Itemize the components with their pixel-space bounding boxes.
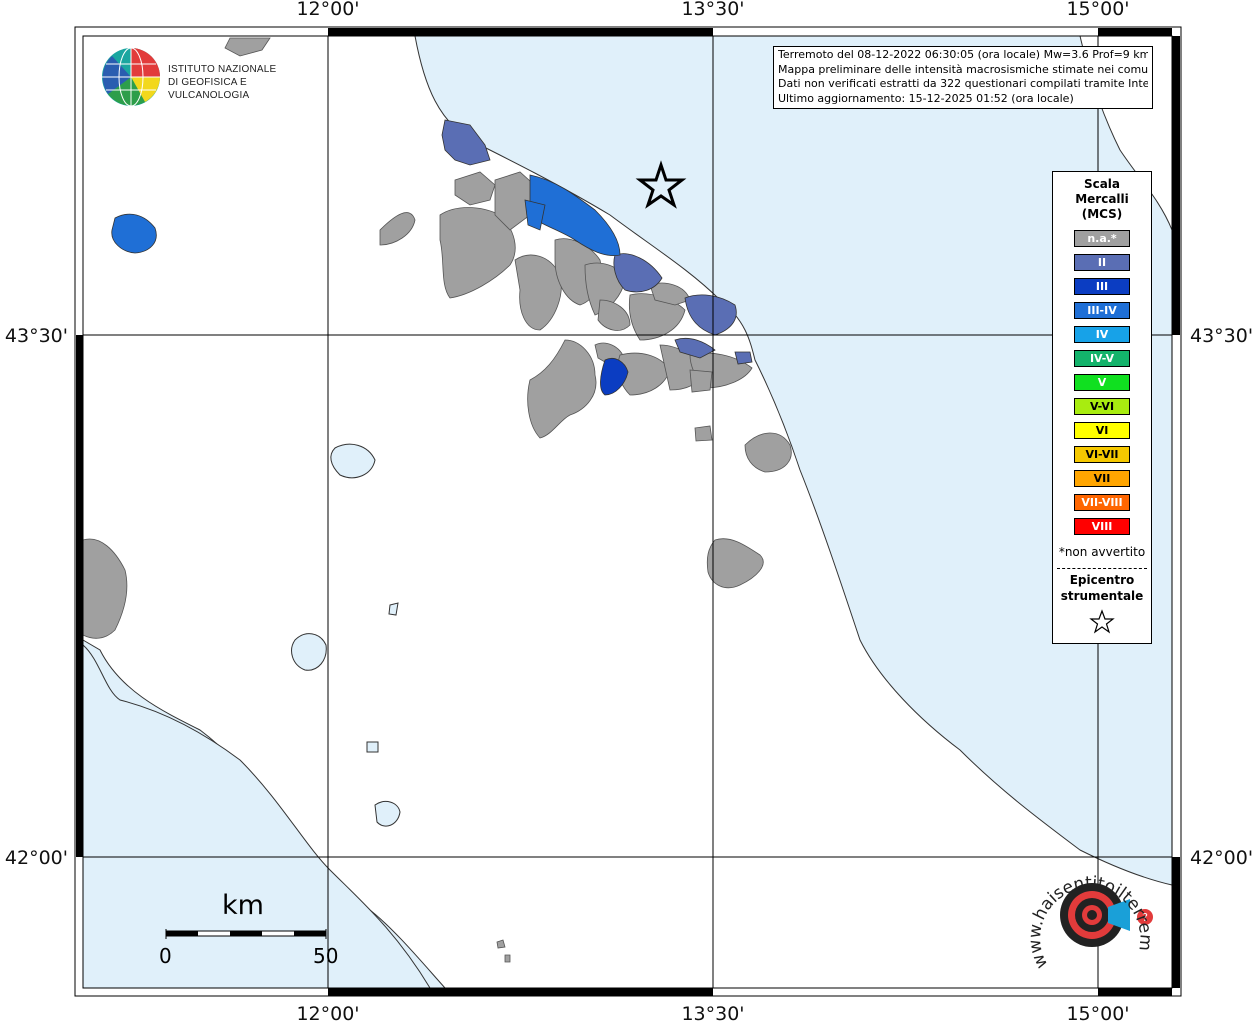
star-icon bbox=[1089, 609, 1115, 634]
legend-divider bbox=[1057, 568, 1147, 569]
legend-item-2: III bbox=[1074, 278, 1130, 295]
legend-note: *non avvertito bbox=[1058, 545, 1146, 559]
legend-epicenter-line2: strumentale bbox=[1060, 589, 1144, 603]
legend-item-3: III-IV bbox=[1074, 302, 1130, 319]
ingv-name-line1: ISTITUTO NAZIONALE bbox=[168, 64, 277, 75]
lat-label-left-2: 42°00' bbox=[5, 847, 68, 869]
legend-item-10: VII bbox=[1074, 470, 1130, 487]
legend-item-11: VII-VIII bbox=[1074, 494, 1130, 511]
legend-item-9: VI-VII bbox=[1074, 446, 1130, 463]
lat-label-left-1: 43°30' bbox=[5, 325, 68, 347]
lon-label-bottom-2: 13°30' bbox=[681, 1003, 744, 1024]
map-description: Mappa preliminare delle intensità macros… bbox=[778, 62, 1148, 76]
last-update: Ultimo aggiornamento: 15-12-2025 01:52 (… bbox=[778, 91, 1074, 105]
legend-item-4: IV bbox=[1074, 326, 1130, 343]
lake-small-2 bbox=[366, 741, 379, 753]
scale-unit: km bbox=[222, 890, 264, 921]
globe-icon bbox=[102, 47, 160, 107]
event-description: Terremoto del 08-12-2022 06:30:05 (ora l… bbox=[778, 48, 1148, 61]
legend-item-5: IV-V bbox=[1074, 350, 1130, 367]
lon-label-bottom-1: 12°00' bbox=[296, 1003, 359, 1024]
lat-label-right-1: 43°30' bbox=[1190, 325, 1253, 347]
intensity-legend: Scala Mercalli (MCS) n.a.* II III III-IV IV I… bbox=[1052, 171, 1152, 644]
legend-epicenter-line1: Epicentro bbox=[1069, 573, 1135, 587]
legend-item-7: V-VI bbox=[1074, 398, 1130, 415]
lon-label-top-2: 13°30' bbox=[681, 0, 744, 20]
legend-title-line2: Mercalli bbox=[1075, 192, 1129, 206]
ingv-name-line2: DI GEOFISICA E VULCANOLOGIA bbox=[168, 77, 250, 101]
lat-label-right-2: 42°00' bbox=[1190, 847, 1253, 869]
scale-end: 50 bbox=[313, 944, 339, 968]
lon-label-bottom-3: 15°00' bbox=[1066, 1003, 1129, 1024]
scale-start: 0 bbox=[159, 944, 172, 968]
data-source-note: Dati non verificati estratti da 322 ques… bbox=[778, 77, 1148, 90]
legend-item-1: II bbox=[1074, 254, 1130, 271]
lake-small-3 bbox=[388, 602, 399, 616]
legend-item-12: VIII bbox=[1074, 518, 1130, 535]
legend-item-8: VI bbox=[1074, 422, 1130, 439]
haisentito-logo: ? www.haisentitoilterremoto.it bbox=[1025, 840, 1160, 975]
scale-bar: km 0 50 bbox=[150, 888, 350, 978]
legend-item-6: V bbox=[1074, 374, 1130, 391]
legend-item-0: n.a.* bbox=[1074, 230, 1130, 247]
ingv-logo: ISTITUTO NAZIONALE DI GEOFISICA E VULCAN… bbox=[100, 46, 320, 110]
legend-title-line3: (MCS) bbox=[1081, 207, 1123, 221]
lon-label-top-1: 12°00' bbox=[296, 0, 359, 20]
legend-title-line1: Scala bbox=[1083, 177, 1121, 191]
lon-label-top-3: 15°00' bbox=[1066, 0, 1129, 20]
event-info-box: Terremoto del 08-12-2022 06:30:05 (ora l… bbox=[773, 46, 1153, 109]
